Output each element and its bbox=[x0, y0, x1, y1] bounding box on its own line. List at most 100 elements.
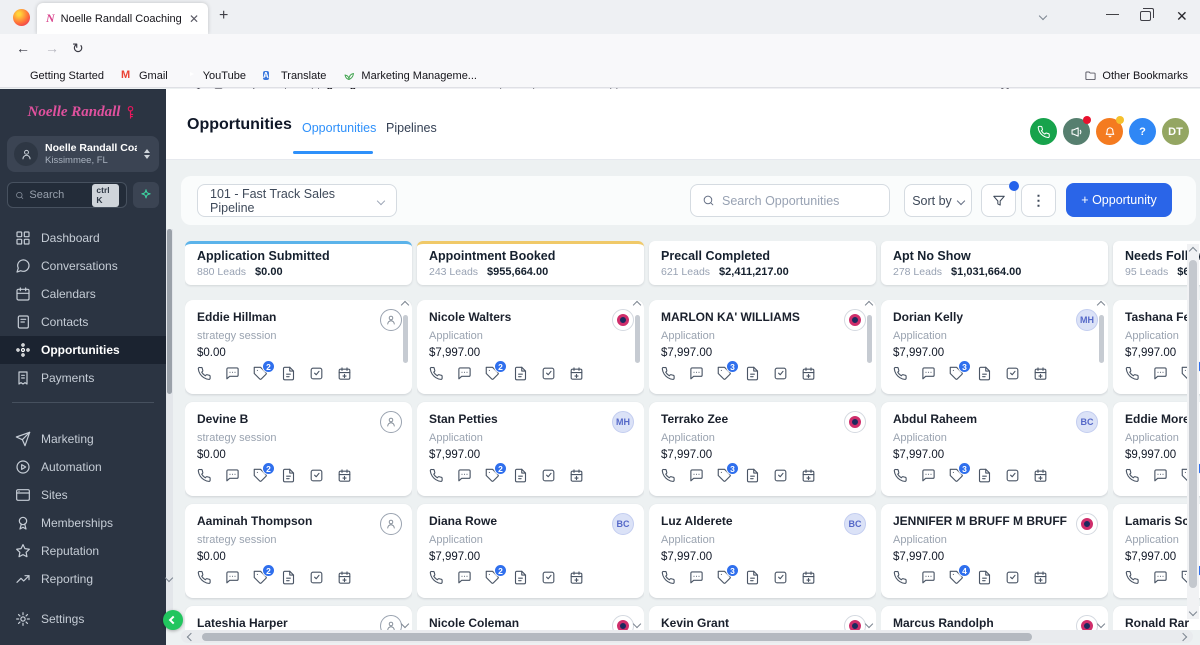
call-icon[interactable] bbox=[1125, 366, 1140, 381]
notes-icon[interactable] bbox=[281, 366, 296, 381]
call-icon[interactable] bbox=[661, 366, 676, 381]
add-appointment-icon[interactable] bbox=[337, 570, 352, 585]
sidebar-item-contacts[interactable]: Contacts bbox=[0, 308, 166, 336]
call-icon[interactable] bbox=[429, 468, 444, 483]
sidebar-item-automation[interactable]: Automation bbox=[0, 453, 166, 481]
pipeline-select[interactable]: 101 - Fast Track Sales Pipeline bbox=[197, 184, 397, 217]
sidebar-search-input[interactable] bbox=[29, 189, 88, 202]
message-icon[interactable] bbox=[689, 468, 704, 483]
notes-icon[interactable] bbox=[513, 366, 528, 381]
new-tab-button[interactable]: + bbox=[219, 7, 228, 25]
window-minimize-button[interactable]: — bbox=[1106, 6, 1119, 21]
window-close-button[interactable]: ✕ bbox=[1176, 8, 1188, 25]
sidebar-item-reporting[interactable]: Reporting bbox=[0, 565, 166, 593]
announcements-button[interactable] bbox=[1063, 116, 1091, 145]
opportunity-card[interactable]: JENNIFER M BRUFF M BRUFF Application $7,… bbox=[881, 504, 1108, 598]
notes-icon[interactable] bbox=[977, 570, 992, 585]
opportunity-card[interactable]: Kevin Grant bbox=[649, 606, 876, 630]
tasks-icon[interactable] bbox=[541, 468, 556, 483]
tasks-icon[interactable] bbox=[1005, 468, 1020, 483]
tag-icon[interactable]: 2 bbox=[253, 462, 275, 483]
scroll-down-icon[interactable] bbox=[1188, 607, 1198, 617]
tasks-icon[interactable] bbox=[1005, 366, 1020, 381]
add-appointment-icon[interactable] bbox=[569, 366, 584, 381]
sidebar-scrollbar[interactable] bbox=[166, 229, 173, 629]
notes-icon[interactable] bbox=[745, 366, 760, 381]
opportunities-search-input[interactable] bbox=[722, 193, 872, 208]
column-header[interactable]: Precall Completed 621 Leads $2,411,217.00 bbox=[649, 241, 876, 285]
message-icon[interactable] bbox=[225, 366, 240, 381]
notes-icon[interactable] bbox=[977, 366, 992, 381]
ai-assistant-button[interactable] bbox=[133, 182, 159, 209]
call-icon[interactable] bbox=[1125, 468, 1140, 483]
tag-icon[interactable]: 2 bbox=[253, 564, 275, 585]
sidebar-item-settings[interactable]: Settings bbox=[0, 605, 166, 633]
sidebar-item-opportunities[interactable]: Opportunities bbox=[0, 336, 166, 365]
call-icon[interactable] bbox=[661, 570, 676, 585]
tasks-icon[interactable] bbox=[1005, 570, 1020, 585]
account-switcher[interactable]: Noelle Randall Coac... Kissimmee, FL bbox=[7, 136, 159, 173]
board-horizontal-scrollbar[interactable] bbox=[181, 630, 1193, 643]
tag-icon[interactable]: 2 bbox=[485, 462, 507, 483]
message-icon[interactable] bbox=[689, 366, 704, 381]
tag-icon[interactable]: 2 bbox=[253, 360, 275, 381]
column-scrollbar-thumb[interactable] bbox=[635, 315, 640, 363]
help-button[interactable]: ? bbox=[1129, 118, 1156, 145]
message-icon[interactable] bbox=[921, 468, 936, 483]
add-appointment-icon[interactable] bbox=[1033, 468, 1048, 483]
notes-icon[interactable] bbox=[513, 570, 528, 585]
profile-button[interactable]: DT bbox=[1162, 118, 1189, 145]
column-scrollbar-thumb[interactable] bbox=[403, 315, 408, 363]
brand-logo[interactable]: Noelle Randall bbox=[0, 89, 166, 130]
tag-icon[interactable]: 2 bbox=[485, 360, 507, 381]
tasks-icon[interactable] bbox=[309, 570, 324, 585]
assignee-avatar[interactable] bbox=[844, 615, 866, 630]
call-icon[interactable] bbox=[197, 366, 212, 381]
column-header[interactable]: Appointment Booked 243 Leads $955,664.00 bbox=[417, 241, 644, 285]
opportunity-card[interactable]: Nicole Walters Application $7,997.00 2 bbox=[417, 300, 644, 394]
bookmark-translate[interactable]: A Translate bbox=[262, 69, 326, 82]
add-appointment-icon[interactable] bbox=[801, 570, 816, 585]
sidebar-item-conversations[interactable]: Conversations bbox=[0, 252, 166, 280]
sidebar-collapse-button[interactable] bbox=[163, 610, 183, 630]
add-opportunity-button[interactable]: + Opportunity bbox=[1066, 183, 1172, 217]
assignee-avatar[interactable] bbox=[612, 615, 634, 630]
message-icon[interactable] bbox=[457, 366, 472, 381]
assignee-avatar[interactable]: MH bbox=[612, 411, 634, 433]
tasks-icon[interactable] bbox=[541, 570, 556, 585]
scroll-up-icon[interactable] bbox=[1188, 246, 1198, 256]
assignee-avatar[interactable] bbox=[612, 309, 634, 331]
call-icon[interactable] bbox=[429, 570, 444, 585]
notes-icon[interactable] bbox=[281, 570, 296, 585]
notes-icon[interactable] bbox=[513, 468, 528, 483]
opportunity-card[interactable]: Luz Alderete BC Application $7,997.00 3 bbox=[649, 504, 876, 598]
vertical-scroll-thumb[interactable] bbox=[1189, 260, 1197, 588]
opportunity-card[interactable]: Nicole Coleman bbox=[417, 606, 644, 630]
more-options-button[interactable]: ⋮ bbox=[1021, 184, 1056, 217]
bookmark-gmail[interactable]: M Gmail bbox=[121, 69, 168, 82]
message-icon[interactable] bbox=[1153, 570, 1168, 585]
sidebar-item-sites[interactable]: Sites bbox=[0, 481, 166, 509]
opportunity-card[interactable]: Stan Petties MH Application $7,997.00 2 bbox=[417, 402, 644, 496]
notes-icon[interactable] bbox=[977, 468, 992, 483]
message-icon[interactable] bbox=[457, 468, 472, 483]
call-icon[interactable] bbox=[893, 570, 908, 585]
assignee-avatar[interactable] bbox=[844, 411, 866, 433]
opportunity-card[interactable]: Abdul Raheem BC Application $7,997.00 3 bbox=[881, 402, 1108, 496]
forward-button[interactable]: → bbox=[45, 40, 59, 56]
assignee-avatar[interactable]: BC bbox=[1076, 411, 1098, 433]
tab-list-chevron-icon[interactable] bbox=[1038, 11, 1048, 21]
opportunities-search[interactable] bbox=[690, 184, 890, 217]
call-icon[interactable] bbox=[893, 468, 908, 483]
tag-icon[interactable]: 3 bbox=[717, 462, 739, 483]
assignee-avatar[interactable] bbox=[1076, 513, 1098, 535]
bookmark-getting-started[interactable]: Getting Started bbox=[12, 69, 104, 82]
message-icon[interactable] bbox=[225, 570, 240, 585]
message-icon[interactable] bbox=[921, 570, 936, 585]
notifications-button[interactable] bbox=[1096, 116, 1124, 145]
opportunity-card[interactable]: Lateshia Harper bbox=[185, 606, 412, 630]
call-icon[interactable] bbox=[661, 468, 676, 483]
assignee-avatar[interactable]: MH bbox=[1076, 309, 1098, 331]
board-vertical-scrollbar[interactable] bbox=[1187, 244, 1199, 619]
opportunity-card[interactable]: Aaminah Thompson strategy session $0.00 … bbox=[185, 504, 412, 598]
